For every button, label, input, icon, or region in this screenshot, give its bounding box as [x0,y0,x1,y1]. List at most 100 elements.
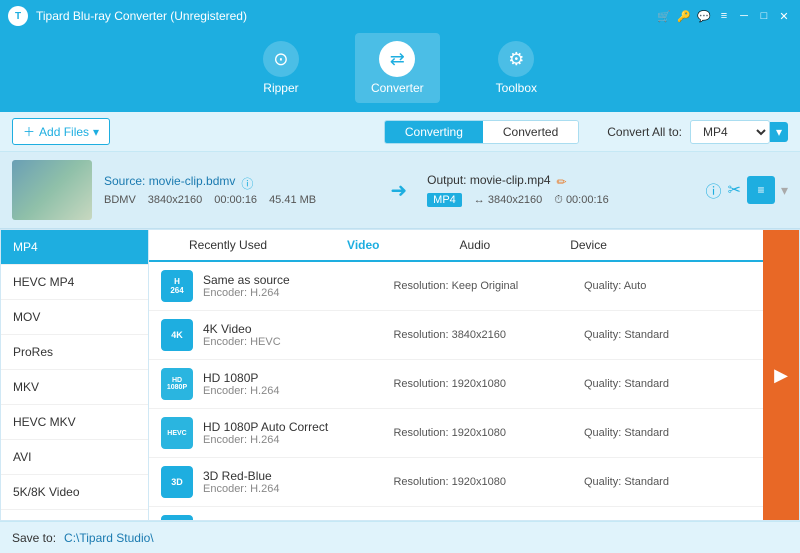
format-desc-3d-lr: 3D Left-Right Encoder: H.264 [203,518,383,520]
add-files-label: Add Files [39,125,89,139]
format-icon-4k: 4K [161,319,193,351]
toolbar: ＋ Add Files ▾ Converting Converted Conve… [0,112,800,152]
format-quality-3d-rb: Quality: Standard [584,476,764,488]
file-chevron-icon[interactable]: ▾ [781,182,788,199]
save-path: C:\Tipard Studio\ [64,531,154,545]
file-actions: ⓘ ✂ ≡ ▾ [706,176,788,204]
converter-label: Converter [371,81,424,95]
input-resolution: 3840x2160 [148,194,202,206]
converter-icon: ⇄ [379,41,415,77]
nav-ripper[interactable]: ⊙ Ripper [247,33,315,103]
format-name-1080p: HD 1080P [203,371,383,385]
ripper-icon: ⊙ [263,41,299,77]
format-name-1080p-auto: HD 1080P Auto Correct [203,420,383,434]
category-mkv[interactable]: MKV [1,370,148,405]
app-title: Tipard Blu-ray Converter (Unregistered) [36,9,656,23]
format-row-same-as-source[interactable]: H264 Same as source Encoder: H.264 Resol… [149,262,799,311]
format-name-same: Same as source [203,273,383,287]
format-encoder-3d-rb: Encoder: H.264 [203,483,383,495]
format-resolution-1080p-auto: Resolution: 1920x1080 [393,427,573,439]
maximize-icon[interactable]: □ [756,8,772,24]
thumbnail-image [12,160,92,220]
tab-device[interactable]: Device [530,230,647,262]
input-size: 45.41 MB [269,194,316,206]
input-duration: 00:00:16 [214,194,257,206]
converting-tabs: Converting Converted [384,120,579,144]
file-info: Source: movie-clip.bdmv ⓘ BDMV 3840x2160… [104,174,370,206]
format-resolution-4k: Resolution: 3840x2160 [393,329,573,341]
convert-all-format-select[interactable]: MP4 [690,120,770,144]
format-resolution-1080p: Resolution: 1920x1080 [393,378,573,390]
format-quality-4k: Quality: Standard [584,329,764,341]
converted-tab[interactable]: Converted [483,121,578,143]
category-prores[interactable]: ProRes [1,335,148,370]
format-content: Recently Used Video Audio Device H264 Sa… [149,230,799,520]
category-5k8k[interactable]: 5K/8K Video [1,475,148,510]
app-logo: T [8,6,28,26]
format-row-1080p[interactable]: HD1080P HD 1080P Encoder: H.264 Resoluti… [149,360,799,409]
format-encoder-same: Encoder: H.264 [203,287,383,299]
output-info-block: Output: movie-clip.mp4 ✏ MP4 ↔ 3840x2160… [427,173,693,207]
file-action-button[interactable]: ≡ [747,176,775,204]
dropdown-arrow-icon: ▾ [93,125,99,139]
chat-icon[interactable]: 💬 [696,8,712,24]
format-list: H264 Same as source Encoder: H.264 Resol… [149,262,799,520]
format-resolution-3d-rb: Resolution: 1920x1080 [393,476,573,488]
save-bar: Save to: C:\Tipard Studio\ [0,521,800,553]
input-format-badge: BDMV [104,194,136,206]
ripper-label: Ripper [263,81,298,95]
format-row-1080p-auto[interactable]: HEVC HD 1080P Auto Correct Encoder: H.26… [149,409,799,458]
minimize-icon[interactable]: ─ [736,8,752,24]
convert-now-button[interactable]: ▶ [763,230,799,520]
format-desc-3d-rb: 3D Red-Blue Encoder: H.264 [203,469,383,495]
format-encoder-1080p: Encoder: H.264 [203,385,383,397]
format-quality-1080p-auto: Quality: Standard [584,427,764,439]
plus-icon: ＋ [23,123,35,140]
source-info-icon[interactable]: ⓘ [241,175,253,192]
tab-audio[interactable]: Audio [420,230,531,262]
file-item: Source: movie-clip.bdmv ⓘ BDMV 3840x2160… [0,152,800,229]
format-quality-1080p: Quality: Standard [584,378,764,390]
category-hevc-mp4[interactable]: HEVC MP4 [1,265,148,300]
shop-icon[interactable]: 🛒 [656,8,672,24]
format-row-3d-rb[interactable]: 3D 3D Red-Blue Encoder: H.264 Resolution… [149,458,799,507]
output-edit-icon[interactable]: ✏ [557,175,567,189]
format-row-4k[interactable]: 4K 4K Video Encoder: HEVC Resolution: 38… [149,311,799,360]
nav-bar: ⊙ Ripper ⇄ Converter ⚙ Toolbox [0,32,800,112]
format-icon-1080p-auto: HEVC [161,417,193,449]
category-mov[interactable]: MOV [1,300,148,335]
output-resolution: ↔ 3840x2160 [474,194,543,206]
format-tabs: Recently Used Video Audio Device [149,230,799,262]
close-icon[interactable]: ✕ [776,8,792,24]
save-label: Save to: [12,531,56,545]
category-avi[interactable]: AVI [1,440,148,475]
category-mp4[interactable]: MP4 [1,230,148,265]
format-dropdown-arrow[interactable]: ▾ [770,122,788,142]
file-meta-row: BDMV 3840x2160 00:00:16 45.41 MB [104,194,370,206]
format-icon-3d-lr: 3D [161,515,193,520]
menu-icon[interactable]: ≡ [716,8,732,24]
file-source-row: Source: movie-clip.bdmv ⓘ [104,174,370,192]
nav-toolbox[interactable]: ⚙ Toolbox [480,33,553,103]
output-duration: ⏱ 00:00:16 [554,194,608,207]
format-encoder-1080p-auto: Encoder: H.264 [203,434,383,446]
format-icon-same: H264 [161,270,193,302]
category-hevc-mkv[interactable]: HEVC MKV [1,405,148,440]
format-selector: MP4 ▾ [690,120,788,144]
output-format-badge: MP4 [427,193,462,207]
add-files-button[interactable]: ＋ Add Files ▾ [12,118,110,145]
format-name-3d-rb: 3D Red-Blue [203,469,383,483]
nav-converter[interactable]: ⇄ Converter [355,33,440,103]
scissors-icon[interactable]: ✂ [728,180,741,200]
key-icon[interactable]: 🔑 [676,8,692,24]
format-icon-3d-rb: 3D [161,466,193,498]
format-desc-1080p-auto: HD 1080P Auto Correct Encoder: H.264 [203,420,383,446]
info-icon[interactable]: ⓘ [706,178,722,202]
converting-tab[interactable]: Converting [385,121,483,143]
format-name-4k: 4K Video [203,322,383,336]
title-bar: T Tipard Blu-ray Converter (Unregistered… [0,0,800,32]
tab-video[interactable]: Video [307,230,419,262]
format-encoder-4k: Encoder: HEVC [203,336,383,348]
format-name-3d-lr: 3D Left-Right [203,518,383,520]
tab-recently-used[interactable]: Recently Used [149,230,307,262]
